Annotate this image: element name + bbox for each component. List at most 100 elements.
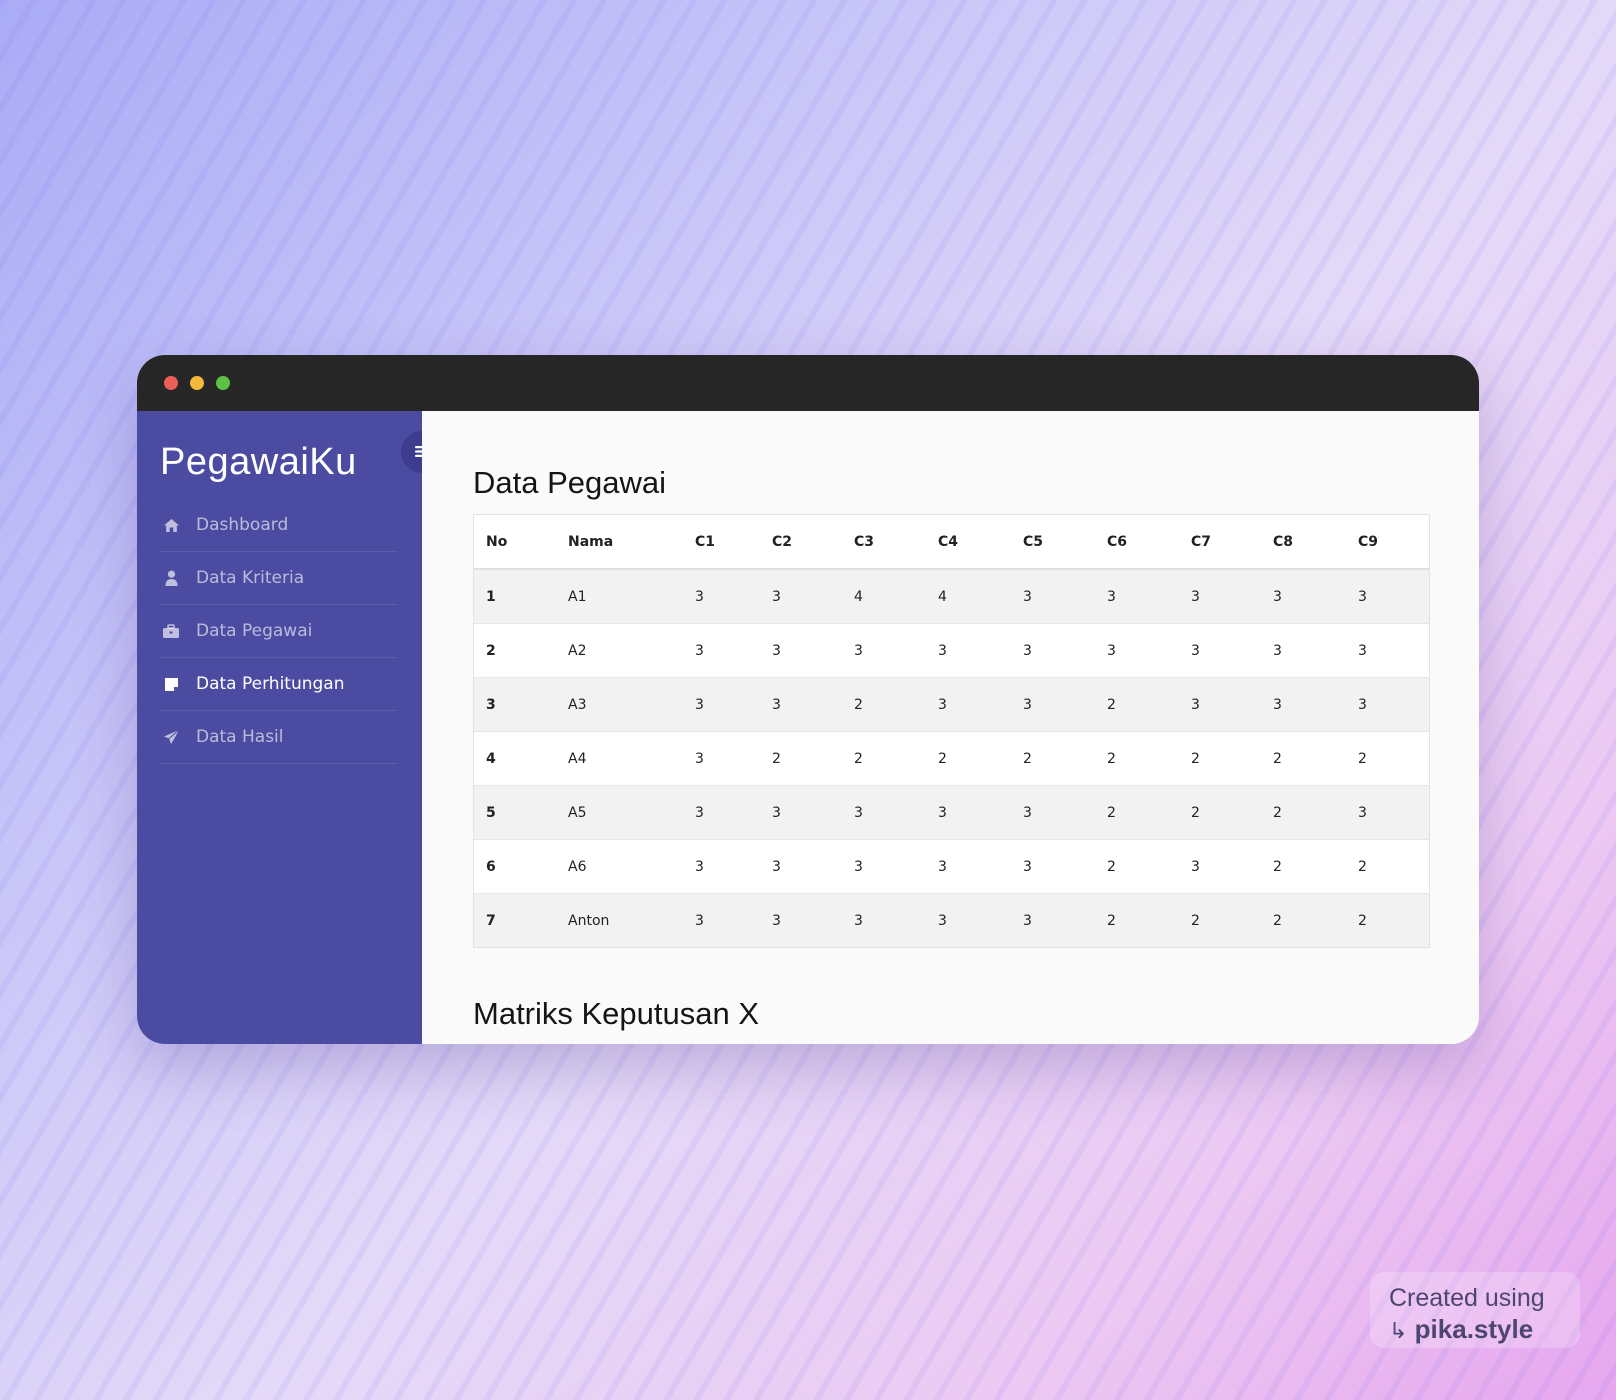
cell-nama: A4 — [556, 731, 683, 786]
cell-no: 2 — [474, 623, 556, 678]
page-title: Data Pegawai — [473, 465, 667, 500]
cell-c8: 2 — [1261, 785, 1346, 840]
cell-c6: 3 — [1095, 568, 1179, 624]
sidebar-item-label: Data Pegawai — [196, 621, 313, 641]
column-header-c2: C2 — [760, 515, 842, 570]
cell-nama: A5 — [556, 785, 683, 840]
sidebar-item-data-perhitungan[interactable]: Data Perhitungan — [160, 658, 397, 711]
cell-c9: 3 — [1346, 785, 1429, 840]
cell-c4: 4 — [926, 568, 1011, 624]
cell-c8: 2 — [1261, 839, 1346, 894]
cell-c6: 2 — [1095, 731, 1179, 786]
cell-c2: 2 — [760, 731, 842, 786]
cell-c7: 3 — [1179, 568, 1261, 624]
cell-nama: Anton — [556, 893, 683, 947]
cell-c1: 3 — [683, 568, 760, 624]
data-pegawai-table-container: No Nama C1 C2 C3 C4 C5 C6 C7 C8 C9 1 A1 … — [473, 514, 1430, 948]
sidebar-item-data-kriteria[interactable]: Data Kriteria — [160, 552, 397, 605]
table-row: 2 A2 3 3 3 3 3 3 3 3 3 — [474, 623, 1429, 678]
cell-c5: 3 — [1011, 893, 1095, 947]
column-header-c7: C7 — [1179, 515, 1261, 570]
cell-c4: 3 — [926, 893, 1011, 947]
sidebar-item-label: Data Perhitungan — [196, 674, 345, 694]
section-title-matriks-keputusan: Matriks Keputusan X — [473, 996, 760, 1031]
cell-c2: 3 — [760, 839, 842, 894]
cell-c6: 2 — [1095, 893, 1179, 947]
sidebar-item-data-hasil[interactable]: Data Hasil — [160, 711, 397, 764]
cell-c6: 3 — [1095, 623, 1179, 678]
table-row: 1 A1 3 3 4 4 3 3 3 3 3 — [474, 568, 1429, 624]
main-content: Data Pegawai No Nama C1 C2 C3 C4 C5 C6 C… — [422, 411, 1479, 1044]
cell-no: 4 — [474, 731, 556, 786]
sidebar-nav: Dashboard Data Kriteria Data Pegawai Dat… — [160, 499, 397, 764]
cell-c9: 2 — [1346, 731, 1429, 786]
sidebar: PegawaiKu Dashboard Data Kriteria Data P… — [137, 411, 422, 1044]
cell-c5: 3 — [1011, 677, 1095, 732]
cell-c3: 4 — [842, 568, 926, 624]
cell-c1: 3 — [683, 839, 760, 894]
cell-c9: 3 — [1346, 623, 1429, 678]
cell-c8: 3 — [1261, 677, 1346, 732]
cell-c9: 2 — [1346, 893, 1429, 947]
table-row: 5 A5 3 3 3 3 3 2 2 2 3 — [474, 785, 1429, 840]
paper-plane-icon — [160, 729, 182, 745]
cell-nama: A1 — [556, 568, 683, 624]
cell-c7: 3 — [1179, 623, 1261, 678]
watermark-badge: Created using ↳ pika.style — [1370, 1272, 1580, 1348]
cell-no: 7 — [474, 893, 556, 947]
watermark-brand: pika.style — [1414, 1314, 1534, 1344]
user-icon — [160, 570, 182, 586]
cell-nama: A6 — [556, 839, 683, 894]
cell-c7: 2 — [1179, 893, 1261, 947]
column-header-c6: C6 — [1095, 515, 1179, 570]
watermark-line1: Created using — [1389, 1284, 1545, 1312]
cell-c2: 3 — [760, 893, 842, 947]
cell-no: 5 — [474, 785, 556, 840]
cell-c5: 2 — [1011, 731, 1095, 786]
cell-c5: 3 — [1011, 568, 1095, 624]
cell-c3: 2 — [842, 731, 926, 786]
briefcase-icon — [160, 623, 182, 639]
column-header-c3: C3 — [842, 515, 926, 570]
table-row: 3 A3 3 3 2 3 3 2 3 3 3 — [474, 677, 1429, 732]
cell-c8: 2 — [1261, 893, 1346, 947]
cell-c4: 3 — [926, 839, 1011, 894]
cell-no: 6 — [474, 839, 556, 894]
sidebar-item-data-pegawai[interactable]: Data Pegawai — [160, 605, 397, 658]
cell-c1: 3 — [683, 731, 760, 786]
cell-c6: 2 — [1095, 785, 1179, 840]
note-icon — [160, 677, 182, 692]
column-header-no: No — [474, 515, 556, 570]
table-row: 7 Anton 3 3 3 3 3 2 2 2 2 — [474, 893, 1429, 947]
table-header-row: No Nama C1 C2 C3 C4 C5 C6 C7 C8 C9 — [474, 515, 1429, 570]
home-icon — [160, 518, 182, 533]
cell-c2: 3 — [760, 677, 842, 732]
cell-c3: 3 — [842, 623, 926, 678]
column-header-c1: C1 — [683, 515, 760, 570]
column-header-c4: C4 — [926, 515, 1011, 570]
cell-c6: 2 — [1095, 677, 1179, 732]
cell-c5: 3 — [1011, 785, 1095, 840]
cell-c7: 2 — [1179, 731, 1261, 786]
cell-c7: 2 — [1179, 785, 1261, 840]
cell-c9: 2 — [1346, 839, 1429, 894]
cell-c1: 3 — [683, 677, 760, 732]
column-header-c9: C9 — [1346, 515, 1429, 570]
close-window-button[interactable] — [164, 376, 178, 390]
cell-c2: 3 — [760, 785, 842, 840]
cell-c7: 3 — [1179, 839, 1261, 894]
cell-c4: 3 — [926, 623, 1011, 678]
sidebar-item-label: Data Kriteria — [196, 568, 305, 588]
cell-c4: 2 — [926, 731, 1011, 786]
watermark-line2: ↳ pika.style — [1389, 1314, 1533, 1345]
cell-c4: 3 — [926, 677, 1011, 732]
cell-c3: 3 — [842, 839, 926, 894]
sidebar-item-dashboard[interactable]: Dashboard — [160, 499, 397, 552]
brand-logo[interactable]: PegawaiKu — [160, 441, 357, 484]
cell-c4: 3 — [926, 785, 1011, 840]
minimize-window-button[interactable] — [190, 376, 204, 390]
maximize-window-button[interactable] — [216, 376, 230, 390]
table-row: 4 A4 3 2 2 2 2 2 2 2 2 — [474, 731, 1429, 786]
cell-c8: 3 — [1261, 623, 1346, 678]
data-pegawai-table: No Nama C1 C2 C3 C4 C5 C6 C7 C8 C9 1 A1 … — [474, 515, 1429, 947]
